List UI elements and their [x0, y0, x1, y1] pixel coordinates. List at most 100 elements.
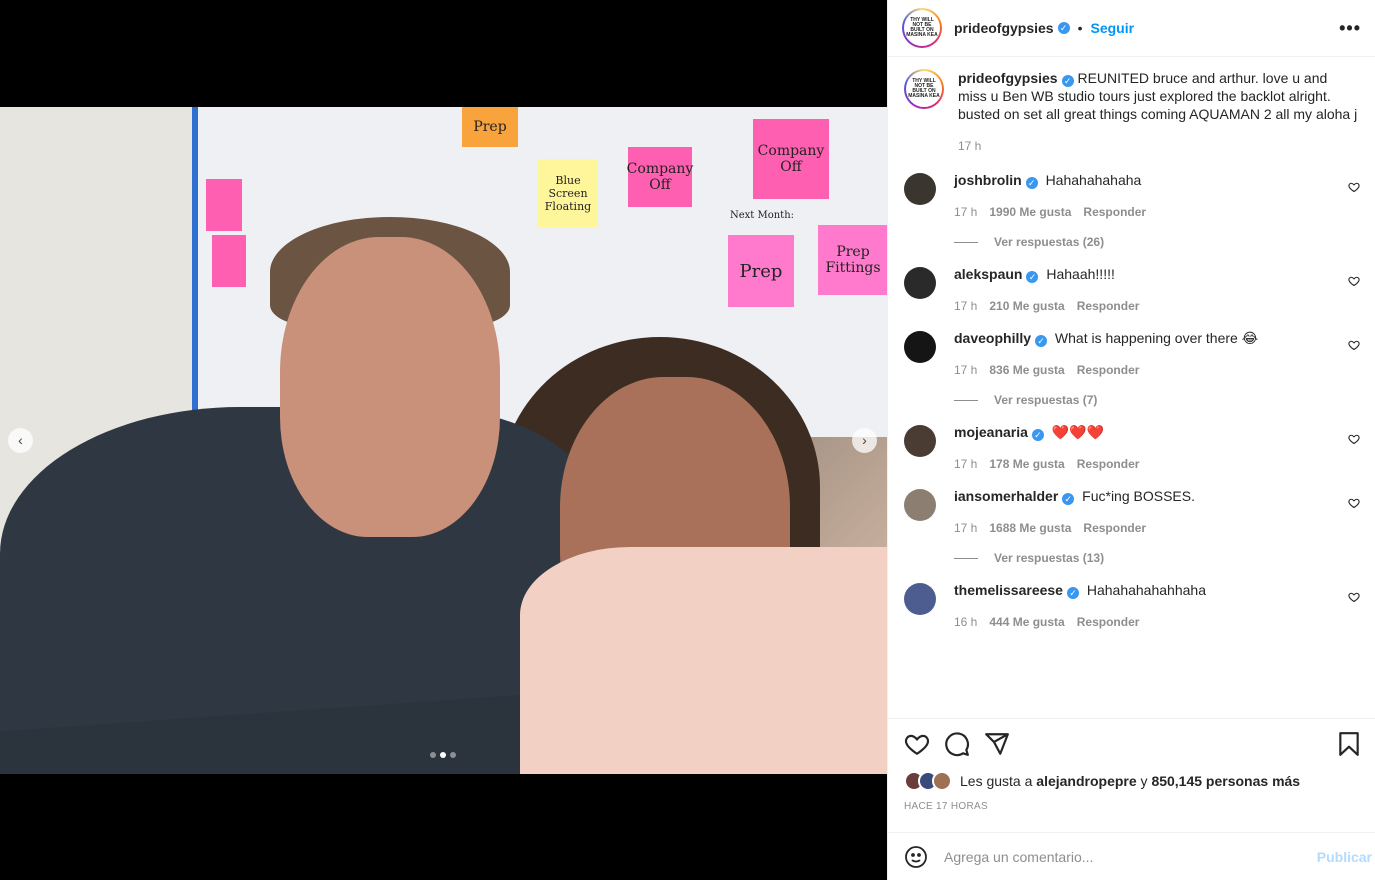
caption-username[interactable]: prideofgypsies [958, 70, 1058, 86]
commenter-username[interactable]: themelissareese [954, 582, 1063, 598]
comment-likes[interactable]: 444 Me gusta [989, 615, 1064, 629]
chevron-left-icon: ‹ [18, 432, 23, 448]
commenter-avatar[interactable] [904, 331, 936, 363]
verified-icon: ✓ [1066, 587, 1079, 599]
carousel-dot [430, 752, 436, 758]
like-comment-icon[interactable] [1348, 339, 1360, 351]
comment-item: themelissareese ✓ Hahahahahahhaha 16 h 44… [904, 581, 1360, 629]
more-options-icon[interactable]: ••• [1339, 18, 1361, 39]
comment-time: 16 h [954, 615, 978, 629]
comments-list[interactable]: THY WILL NOT BE BUILT ON MASINA KEA prid… [888, 57, 1375, 717]
post-side-panel: THY WILL NOT BE BUILT ON MASINA KEA prid… [887, 0, 1375, 880]
view-replies-button[interactable]: Ver respuestas (13) [954, 551, 1344, 565]
comment-likes[interactable]: 178 Me gusta [989, 457, 1064, 471]
like-comment-icon[interactable] [1348, 275, 1360, 287]
heart-icon[interactable] [904, 731, 930, 757]
emoji-icon[interactable] [904, 845, 928, 869]
comment-meta: 17 h 210 Me gusta Responder [954, 299, 1344, 313]
reply-button[interactable]: Responder [1077, 457, 1140, 471]
reply-button[interactable]: Responder [1077, 615, 1140, 629]
likes-count[interactable]: 850,145 personas más [1151, 773, 1300, 789]
view-replies-button[interactable]: Ver respuestas (26) [954, 235, 1344, 249]
separator-dot: • [1077, 20, 1083, 36]
verified-icon: ✓ [1031, 429, 1044, 441]
carousel-dot [450, 752, 456, 758]
board-note: Blue Screen Floating [538, 159, 598, 227]
comment-text: What is happening over there 😂 [1054, 330, 1259, 346]
verified-icon: ✓ [1057, 22, 1070, 34]
post-header: THY WILL NOT BE BUILT ON MASINA KEA prid… [888, 0, 1375, 57]
publish-button[interactable]: Publicar [1317, 849, 1372, 865]
person-face [280, 237, 500, 537]
commenter-avatar[interactable] [904, 583, 936, 615]
post-media: Prep Company Off Company Off Blue Screen… [0, 0, 887, 880]
commenter-username[interactable]: iansomerhalder [954, 488, 1058, 504]
board-note: Company Off [753, 119, 829, 199]
view-replies-button[interactable]: Ver respuestas (7) [954, 393, 1344, 407]
commenter-username[interactable]: daveophilly [954, 330, 1031, 346]
save-icon[interactable] [1336, 731, 1362, 757]
comment-meta: 17 h 1990 Me gusta Responder [954, 205, 1344, 219]
previous-button[interactable]: ‹ [8, 428, 33, 453]
comment-likes[interactable]: 210 Me gusta [989, 299, 1064, 313]
comment-time: 17 h [954, 521, 978, 535]
caption-time: 17 h [958, 139, 982, 153]
post-actions: Les gusta a alejandropepre y 850,145 per… [888, 718, 1375, 812]
comment-icon[interactable] [944, 731, 970, 757]
like-comment-icon[interactable] [1348, 433, 1360, 445]
likers-facepile [904, 771, 952, 791]
comment-item: iansomerhalder ✓ Fuc*ing BOSSES. 17 h 168… [904, 487, 1360, 565]
comment-text: Fuc*ing BOSSES. [1082, 488, 1195, 504]
comment-text: Hahahahahaha [1045, 172, 1142, 188]
share-icon[interactable] [984, 731, 1010, 757]
reply-button[interactable]: Responder [1077, 299, 1140, 313]
comment-likes[interactable]: 836 Me gusta [989, 363, 1064, 377]
comment-input[interactable] [944, 848, 1317, 865]
chevron-right-icon: › [862, 432, 867, 448]
comment-likes[interactable]: 1688 Me gusta [989, 521, 1071, 535]
commenter-avatar[interactable] [904, 173, 936, 205]
commenter-username[interactable]: alekspaun [954, 266, 1022, 282]
board-note: Prep [728, 235, 794, 307]
commenter-username[interactable]: joshbrolin [954, 172, 1022, 188]
comment-time: 17 h [954, 457, 978, 471]
reply-button[interactable]: Responder [1083, 205, 1146, 219]
comment-likes[interactable]: 1990 Me gusta [989, 205, 1071, 219]
avatar [932, 771, 952, 791]
carousel-dot-active [440, 752, 446, 758]
like-comment-icon[interactable] [1348, 591, 1360, 603]
comment-item: alekspaun ✓ Hahaah!!!!! 17 h 210 Me gusta… [904, 265, 1360, 313]
commenter-avatar[interactable] [904, 425, 936, 457]
reply-button[interactable]: Responder [1083, 521, 1146, 535]
author-username[interactable]: prideofgypsies [954, 20, 1054, 36]
verified-icon: ✓ [1062, 493, 1075, 505]
comment-item: mojeanaria ✓ ❤️❤️❤️ 17 h 178 Me gusta Res… [904, 423, 1360, 471]
author-avatar[interactable]: THY WILL NOT BE BUILT ON MASINA KEA [902, 8, 942, 48]
comment-item: joshbrolin ✓ Hahahahahaha 17 h 1990 Me gu… [904, 171, 1360, 249]
likes-summary: Les gusta a alejandropepre y 850,145 per… [904, 771, 1362, 791]
comment-meta: 17 h 1688 Me gusta Responder [954, 521, 1344, 535]
verified-icon: ✓ [1025, 177, 1038, 189]
verified-icon: ✓ [1035, 335, 1048, 347]
follow-button[interactable]: Seguir [1091, 20, 1135, 36]
verified-icon: ✓ [1026, 271, 1039, 283]
comment-composer: Publicar [888, 832, 1375, 880]
post-timestamp: HACE 17 HORAS [904, 801, 988, 812]
comment-time: 17 h [954, 205, 978, 219]
board-note: Prep Fittings [818, 225, 887, 295]
comment-meta: 16 h 444 Me gusta Responder [954, 615, 1344, 629]
commenter-avatar[interactable] [904, 267, 936, 299]
like-comment-icon[interactable] [1348, 497, 1360, 509]
commenter-avatar[interactable] [904, 489, 936, 521]
reply-button[interactable]: Responder [1077, 363, 1140, 377]
like-comment-icon[interactable] [1348, 181, 1360, 193]
comment-item: daveophilly ✓ What is happening over ther… [904, 329, 1360, 407]
comment-meta: 17 h 836 Me gusta Responder [954, 363, 1344, 377]
comment-text: ❤️❤️❤️ [1051, 424, 1105, 440]
comment-meta: 17 h 178 Me gusta Responder [954, 457, 1344, 471]
post-photo[interactable]: Prep Company Off Company Off Blue Screen… [0, 107, 887, 774]
liker-username[interactable]: alejandropepre [1036, 773, 1136, 789]
author-avatar[interactable]: THY WILL NOT BE BUILT ON MASINA KEA [904, 69, 944, 109]
next-button[interactable]: › [852, 428, 877, 453]
commenter-username[interactable]: mojeanaria [954, 424, 1028, 440]
